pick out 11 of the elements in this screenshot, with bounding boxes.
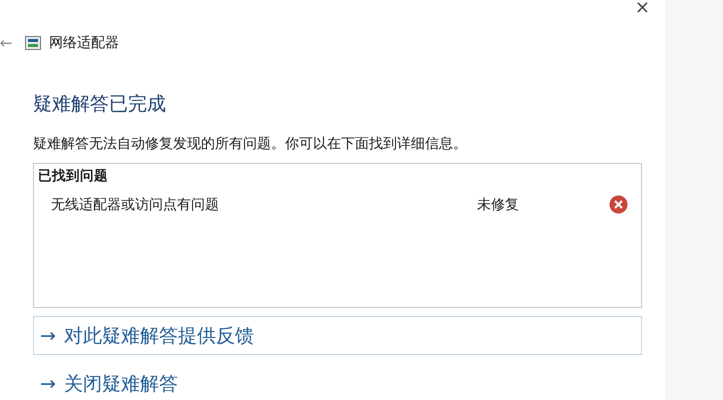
description-text: 疑难解答无法自动修复发现的所有问题。你可以在下面找到详细信息。 — [33, 135, 468, 154]
window-title: 网络适配器 — [49, 34, 119, 52]
feedback-link[interactable]: → 对此疑难解答提供反馈 — [33, 316, 642, 355]
network-adapter-icon — [25, 36, 41, 50]
problem-name: 无线适配器或访问点有问题 — [51, 196, 220, 214]
close-button[interactable]: × — [630, 0, 654, 16]
page-heading: 疑难解答已完成 — [33, 92, 167, 116]
back-button[interactable]: ← — [0, 34, 17, 52]
problem-status: 未修复 — [477, 196, 520, 214]
close-link[interactable]: → 关闭疑难解答 — [33, 364, 642, 400]
panel-header: 已找到问题 — [38, 167, 109, 185]
